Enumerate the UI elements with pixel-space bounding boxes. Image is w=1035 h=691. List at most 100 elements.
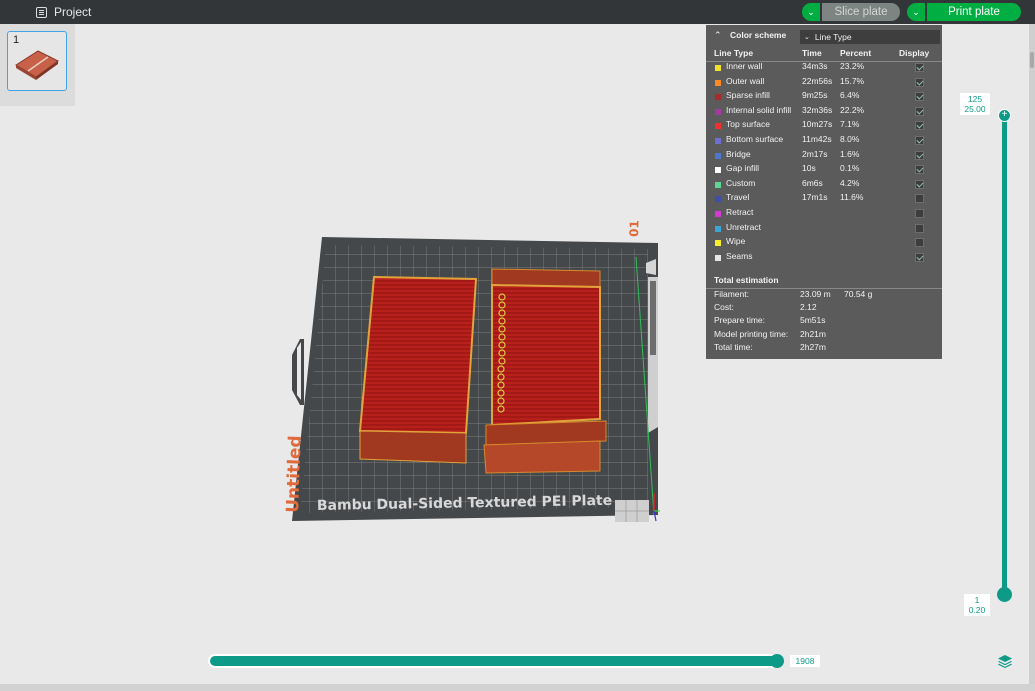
display-checkbox[interactable] [915,223,924,233]
display-checkbox[interactable] [915,194,924,204]
color-scheme-select[interactable]: ⌄ Line Type [800,30,940,44]
col-line-type: Line Type [714,48,754,58]
project-label: Project [54,5,92,19]
line-type-time: 11m42s [802,133,832,144]
line-type-swatch [715,225,721,232]
slice-plate-group: ⌄ Slice plate [802,3,900,21]
line-type-swatch [715,137,721,144]
estimation-value: 2h21m [800,328,826,339]
estimation-value: 2h27m [800,341,826,352]
chevron-up-icon[interactable]: ⌃ [714,30,724,41]
display-checkbox[interactable] [915,135,924,145]
legend-row: Retract [706,207,942,222]
line-type-name: Internal solid infill [726,104,792,115]
display-checkbox[interactable] [915,179,924,189]
layer-bottom-label: 1 0.20 [964,594,990,616]
estimation-value: 5m51s [800,315,826,326]
bottom-layer-height: 0.20 [968,605,986,615]
move-slider-value: 1908 [790,655,820,667]
line-type-swatch [715,123,721,130]
color-scheme-legend: ⌃ Color scheme ⌄ Line Type Line Type Tim… [706,25,942,359]
line-type-swatch [715,254,721,261]
line-type-swatch [715,240,721,247]
display-checkbox[interactable] [915,77,924,87]
legend-row: Unretract [706,222,942,237]
display-checkbox[interactable] [915,92,924,102]
plate-preview-image [15,50,59,80]
line-type-percent: 23.2% [840,61,865,71]
display-checkbox[interactable] [915,63,924,72]
slice-dropdown-button[interactable]: ⌄ [802,3,820,21]
project-tab[interactable]: Project [36,0,91,24]
display-checkbox[interactable] [915,106,924,116]
line-type-time: 2m17s [802,148,828,159]
total-estimation-label: Total estimation [714,275,779,285]
plate-thumbnail[interactable]: 1 [7,31,67,91]
layer-slider-bottom-handle[interactable] [997,587,1012,602]
display-checkbox[interactable] [915,150,924,160]
legend-row: Inner wall 34m3s 23.2% [706,61,942,76]
display-checkbox[interactable] [915,165,924,175]
estimation-key: Filament: [714,289,749,299]
line-type-swatch [715,94,721,101]
legend-row: Custom 6m6s 4.2% [706,178,942,193]
line-type-name: Sparse infill [726,90,770,101]
line-type-name: Unretract [726,221,761,232]
legend-title: Color scheme [730,30,787,40]
layer-slider-top-handle[interactable]: + [998,109,1011,122]
slice-plate-button[interactable]: Slice plate [822,3,900,21]
line-type-swatch [715,181,721,188]
line-type-percent: 11.6% [840,192,864,203]
scrollbar-thumb[interactable] [1030,52,1034,68]
col-percent: Percent [840,48,872,58]
total-estimation-header: Total estimation [706,274,942,289]
estimation-row: Prepare time: 5m51s [706,315,942,328]
line-type-percent: 22.2% [840,104,865,115]
print-dropdown-button[interactable]: ⌄ [907,3,925,21]
print-plate-button[interactable]: Print plate [927,3,1021,21]
layer-slider-track[interactable] [1002,116,1007,594]
estimation-row: Total time: 2h27m [706,342,942,355]
legend-row: Seams [706,251,942,266]
line-type-name: Travel [726,192,750,203]
line-type-name: Bridge [726,148,751,159]
col-time: Time [802,48,822,58]
legend-row: Wipe [706,236,942,251]
legend-row: Gap infill 10s 0.1% [706,163,942,178]
line-type-percent: 8.0% [840,133,860,144]
plate-list-panel: 1 [0,24,75,106]
print-plate-group: ⌄ Print plate [907,3,1021,21]
build-plate-view[interactable]: Bambu Dual-Sided Textured PEI Plate Unti… [270,215,670,535]
line-type-time: 6m6s [802,177,823,188]
line-type-name: Custom [726,177,756,188]
top-layer-number: 125 [967,94,983,104]
line-type-time: 9m25s [802,90,828,101]
line-type-time: 10s [802,163,816,174]
legend-row: Internal solid infill 32m36s 22.2% [706,105,942,120]
viewport-scrollbar[interactable] [1029,24,1035,691]
line-type-swatch [715,210,721,217]
estimation-key: Prepare time: [714,315,766,326]
display-checkbox[interactable] [915,252,924,262]
move-slider-handle[interactable] [770,654,784,668]
display-checkbox[interactable] [915,238,924,248]
plus-icon: + [1001,109,1008,120]
legend-row: Outer wall 22m56s 15.7% [706,76,942,91]
project-icon [36,6,47,18]
layers-icon[interactable] [997,654,1013,668]
estimation-row: Cost: 2.12 [706,302,942,315]
color-scheme-value: Line Type [814,32,852,42]
move-slider-track[interactable] [210,656,778,666]
line-type-time: 10m27s [802,119,833,130]
line-type-name: Retract [726,206,754,217]
line-type-name: Seams [726,250,753,261]
display-checkbox[interactable] [915,208,924,218]
line-type-swatch [715,196,721,203]
line-type-name: Bottom surface [726,133,784,144]
status-strip [0,684,1035,691]
top-bar: Project ⌄ Slice plate ⌄ Print plate [0,0,1035,24]
line-type-swatch [715,79,721,86]
top-layer-height: 25.00 [964,104,986,114]
display-checkbox[interactable] [915,121,924,131]
estimation-value-secondary: 70.54 g [844,289,873,299]
